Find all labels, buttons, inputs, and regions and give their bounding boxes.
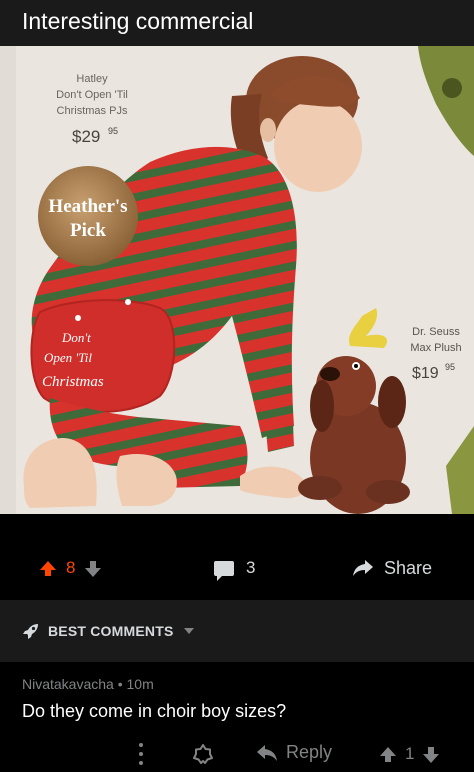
flap-line2: Open 'Til	[44, 350, 92, 365]
right-price: $19	[412, 365, 439, 382]
left-caption-line2: Don't Open 'Til	[56, 89, 128, 101]
rocket-icon	[23, 624, 38, 639]
post-title-bar: Interesting commercial	[0, 0, 474, 46]
downvote-icon[interactable]	[85, 560, 102, 577]
post-vote-group: 8	[40, 554, 102, 582]
right-caption-line1: Dr. Seuss	[412, 326, 460, 338]
reply-label: Reply	[286, 742, 333, 762]
post-title[interactable]: Interesting commercial	[22, 8, 253, 35]
chevron-down-icon	[183, 628, 194, 634]
comment-bubble-icon	[214, 560, 234, 581]
vote-count: 8	[66, 558, 76, 577]
comments-button[interactable]: 3	[214, 554, 255, 582]
reply-arrow-icon	[257, 744, 277, 761]
comment-sort-dropdown[interactable]: BEST COMMENTS	[22, 622, 194, 640]
comment-vote-group: 1	[380, 744, 440, 764]
left-price: $29	[72, 127, 100, 146]
right-caption-line2: Max Plush	[410, 342, 461, 354]
reply-button[interactable]: Reply	[256, 742, 332, 763]
right-price-cents: 95	[445, 362, 455, 372]
comment-meta[interactable]: Nivatakavacha • 10m	[22, 676, 154, 692]
left-caption-line3: Christmas PJs	[57, 105, 128, 117]
comment-actions: Reply 1	[0, 740, 474, 770]
left-caption-line1: Hatley	[76, 73, 108, 85]
comment-item: Nivatakavacha • 10m Do they come in choi…	[0, 662, 474, 772]
comment-body: Do they come in choir boy sizes?	[22, 701, 287, 721]
comment-sort-bar: BEST COMMENTS	[0, 600, 474, 662]
comment-upvote-icon[interactable]	[380, 746, 396, 762]
sort-label: BEST COMMENTS	[48, 623, 174, 639]
upvote-icon[interactable]	[40, 560, 56, 576]
share-label: Share	[384, 557, 433, 578]
more-options-icon[interactable]	[138, 743, 144, 765]
comment-vote-count: 1	[405, 744, 415, 763]
post-image[interactable]: Hatley Don't Open 'Til Christmas PJs $29…	[0, 46, 474, 514]
badge-line2: Pick	[70, 220, 106, 241]
share-button[interactable]: Share	[352, 554, 432, 582]
post-action-bar: 8 3 Share	[0, 514, 474, 600]
badge-line1: Heather's	[48, 196, 127, 217]
share-arrow-icon	[353, 560, 373, 576]
flap-line3: Christmas	[42, 374, 104, 390]
left-price-cents: 95	[108, 126, 118, 136]
flap-line1: Don't	[61, 330, 91, 345]
comment-downvote-icon[interactable]	[423, 746, 440, 763]
award-icon[interactable]	[192, 743, 214, 765]
comment-count: 3	[246, 558, 256, 577]
